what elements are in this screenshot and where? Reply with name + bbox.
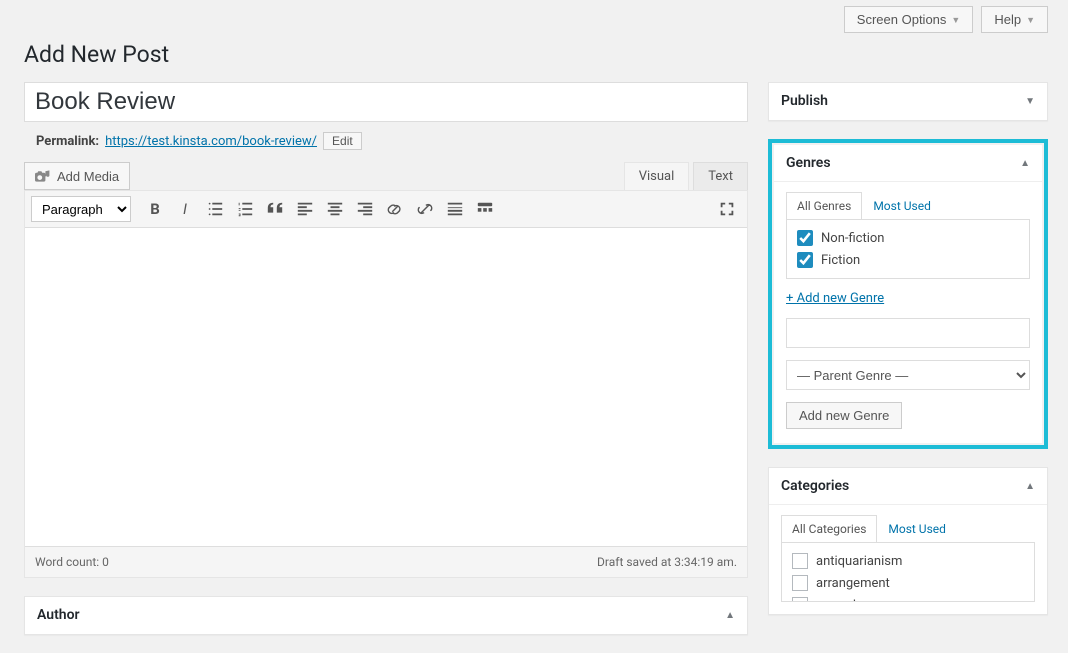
screen-options-label: Screen Options: [857, 12, 947, 27]
triangle-down-icon: ▼: [1025, 96, 1035, 107]
word-count: Word count: 0: [35, 555, 109, 569]
page-title: Add New Post: [24, 41, 1048, 68]
categories-list: antiquarianism arrangement asmodeus: [781, 542, 1035, 602]
genres-highlight: Genres ▲ All Genres Most Used Non-fictio…: [768, 139, 1048, 449]
help-button[interactable]: Help ▼: [981, 6, 1048, 33]
triangle-up-icon: ▲: [725, 610, 735, 621]
genres-panel-title: Genres: [786, 155, 831, 171]
align-right-icon[interactable]: [351, 195, 379, 223]
genres-panel-header[interactable]: Genres ▲: [774, 145, 1042, 182]
align-left-icon[interactable]: [291, 195, 319, 223]
screen-options-button[interactable]: Screen Options ▼: [844, 6, 974, 33]
tab-most-used-categories[interactable]: Most Used: [877, 515, 957, 542]
genre-item: Non-fiction: [797, 230, 1019, 246]
permalink-url[interactable]: https://test.kinsta.com/book-review/: [105, 134, 317, 149]
category-label: arrangement: [816, 576, 890, 591]
draft-status: Draft saved at 3:34:19 am.: [597, 555, 737, 569]
category-item: arrangement: [792, 575, 1024, 591]
bullet-list-icon[interactable]: [201, 195, 229, 223]
fullscreen-icon[interactable]: [713, 195, 741, 223]
category-checkbox[interactable]: [792, 553, 808, 569]
editor-toolbar: Paragraph B I: [25, 191, 747, 228]
genres-panel: Genres ▲ All Genres Most Used Non-fictio…: [774, 145, 1042, 443]
chevron-down-icon: ▼: [951, 15, 960, 25]
author-panel: Author ▲: [24, 596, 748, 635]
author-panel-header[interactable]: Author ▲: [25, 597, 747, 634]
tab-most-used-genres[interactable]: Most Used: [862, 192, 942, 219]
publish-panel-title: Publish: [781, 93, 828, 109]
categories-panel: Categories ▲ All Categories Most Used an…: [768, 467, 1048, 615]
toolbar-toggle-icon[interactable]: [471, 195, 499, 223]
tab-all-genres[interactable]: All Genres: [786, 192, 862, 219]
tab-text[interactable]: Text: [693, 162, 748, 190]
publish-panel-header[interactable]: Publish ▼: [769, 83, 1047, 120]
new-genre-input[interactable]: [786, 318, 1030, 348]
triangle-up-icon: ▲: [1020, 158, 1030, 169]
publish-panel: Publish ▼: [768, 82, 1048, 121]
author-panel-title: Author: [37, 607, 80, 623]
parent-genre-select[interactable]: — Parent Genre —: [786, 360, 1030, 390]
category-checkbox[interactable]: [792, 597, 808, 602]
add-new-genre-link[interactable]: + Add new Genre: [786, 291, 884, 306]
camera-music-icon: [35, 168, 51, 184]
unlink-icon[interactable]: [411, 195, 439, 223]
editor-content[interactable]: [25, 228, 747, 546]
categories-panel-title: Categories: [781, 478, 849, 494]
genre-label: Fiction: [821, 253, 860, 268]
tab-visual[interactable]: Visual: [624, 162, 690, 190]
genre-label: Non-fiction: [821, 231, 884, 246]
bold-icon[interactable]: B: [141, 195, 169, 223]
numbered-list-icon[interactable]: [231, 195, 259, 223]
help-label: Help: [994, 12, 1021, 27]
category-item: antiquarianism: [792, 553, 1024, 569]
italic-icon[interactable]: I: [171, 195, 199, 223]
format-select[interactable]: Paragraph: [31, 196, 131, 222]
add-media-label: Add Media: [57, 169, 119, 184]
quote-icon[interactable]: [261, 195, 289, 223]
chevron-down-icon: ▼: [1026, 15, 1035, 25]
post-title-input[interactable]: [24, 82, 748, 122]
genre-item: Fiction: [797, 252, 1019, 268]
triangle-up-icon: ▲: [1025, 481, 1035, 492]
category-label: antiquarianism: [816, 554, 902, 569]
align-center-icon[interactable]: [321, 195, 349, 223]
insert-more-icon[interactable]: [441, 195, 469, 223]
category-label: asmodeus: [816, 598, 877, 603]
add-new-genre-button[interactable]: Add new Genre: [786, 402, 902, 429]
add-media-button[interactable]: Add Media: [24, 162, 130, 190]
link-icon[interactable]: [381, 195, 409, 223]
category-item: asmodeus: [792, 597, 1024, 602]
categories-panel-header[interactable]: Categories ▲: [769, 468, 1047, 505]
permalink-label: Permalink:: [36, 134, 99, 149]
genres-list: Non-fiction Fiction: [786, 219, 1030, 279]
genre-checkbox[interactable]: [797, 252, 813, 268]
tab-all-categories[interactable]: All Categories: [781, 515, 877, 542]
genre-checkbox[interactable]: [797, 230, 813, 246]
category-checkbox[interactable]: [792, 575, 808, 591]
permalink-edit-button[interactable]: Edit: [323, 132, 362, 150]
